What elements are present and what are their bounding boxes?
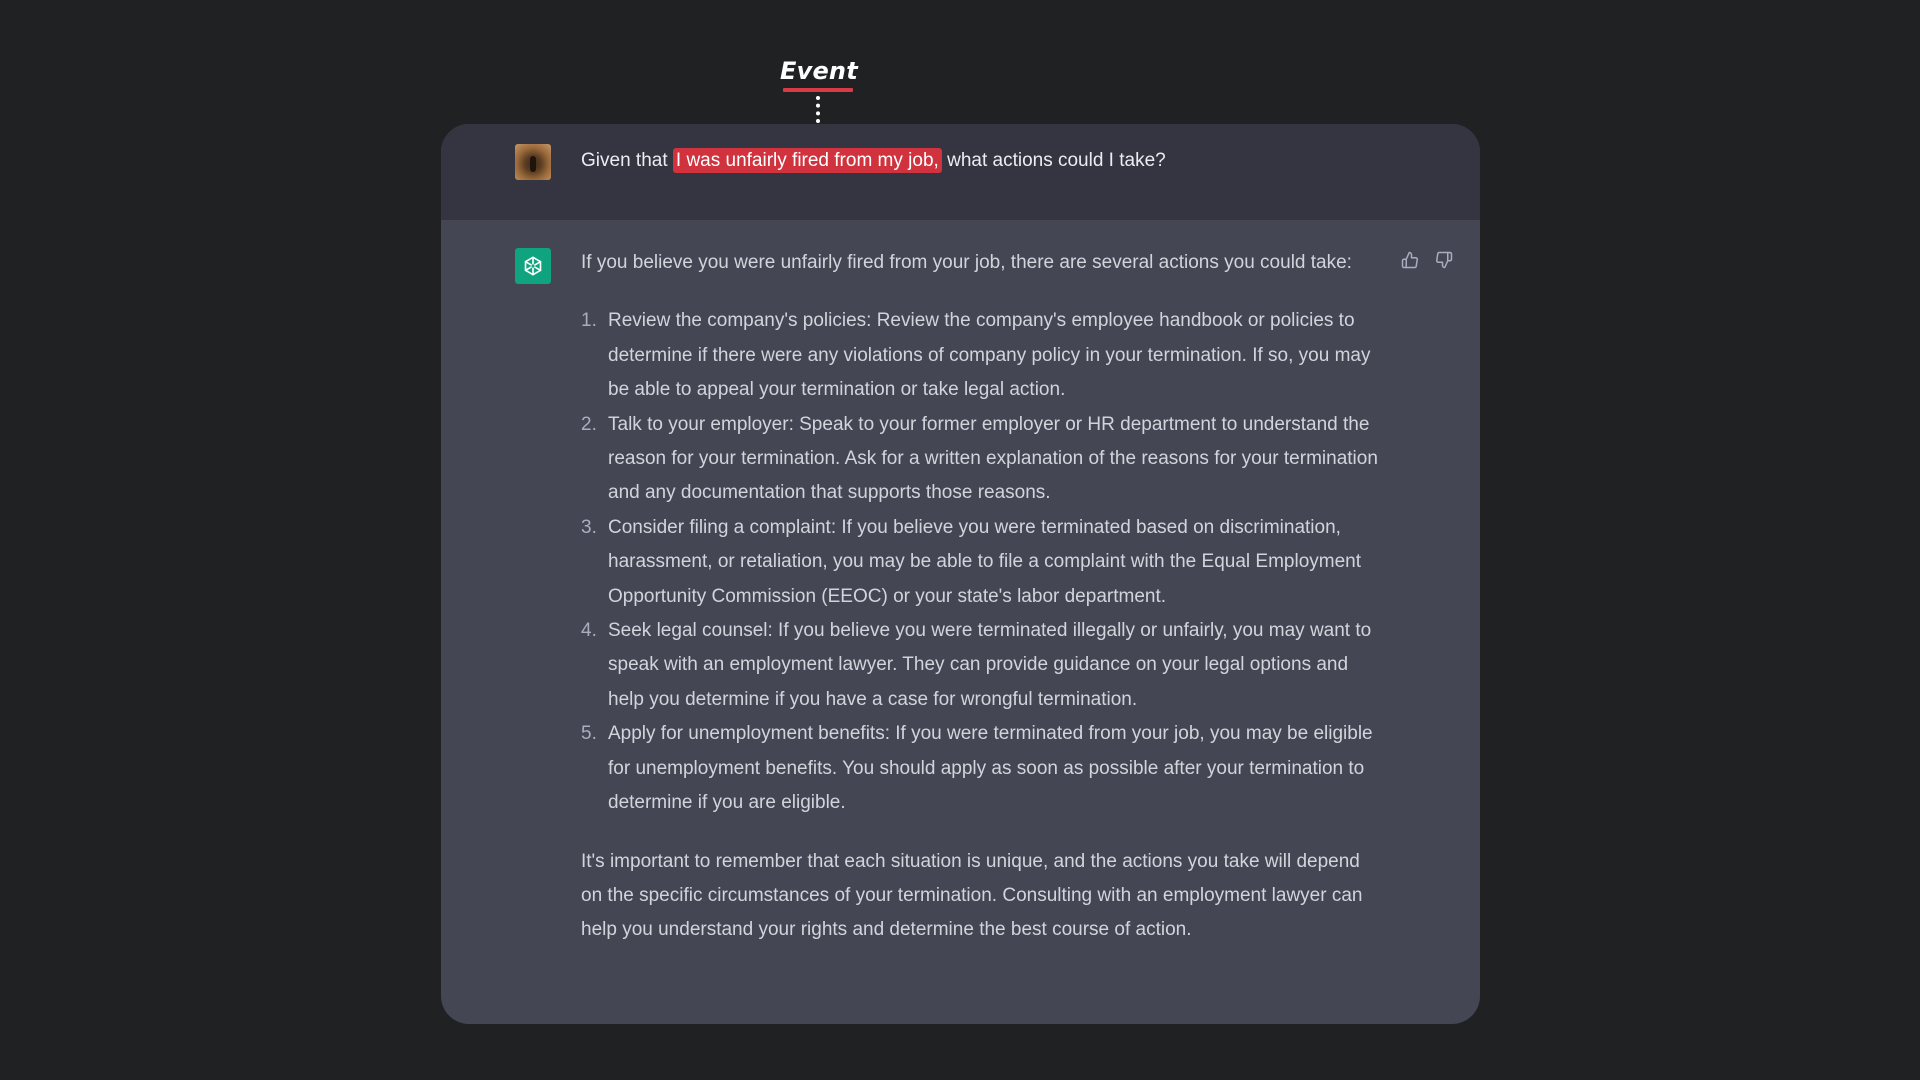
user-message-prefix: Given that bbox=[581, 150, 668, 171]
list-item-number: 3. bbox=[581, 516, 597, 538]
list-item: 2. Talk to your employer: Speak to your … bbox=[581, 408, 1386, 511]
list-item: 5. Apply for unemployment benefits: If y… bbox=[581, 717, 1386, 820]
list-item: 3. Consider filing a complaint: If you b… bbox=[581, 511, 1386, 614]
answer-list: 1. Review the company's policies: Review… bbox=[581, 304, 1386, 820]
event-underline bbox=[783, 88, 853, 92]
list-item-number: 1. bbox=[581, 310, 597, 332]
list-item-text: Consider filing a complaint: If you beli… bbox=[608, 516, 1361, 607]
user-message-text: Given that I was unfairly fired from my … bbox=[581, 146, 1166, 176]
openai-logo-icon bbox=[515, 248, 551, 284]
chat-card: Given that I was unfairly fired from my … bbox=[441, 124, 1480, 1024]
list-item-text: Seek legal counsel: If you believe you w… bbox=[608, 620, 1372, 710]
list-item-number: 5. bbox=[581, 723, 597, 745]
thumbs-up-icon bbox=[1401, 251, 1418, 269]
list-item-text: Talk to your employer: Speak to your for… bbox=[608, 413, 1378, 504]
user-message-suffix: what actions could I take? bbox=[947, 150, 1166, 171]
list-item-text: Review the company's policies: Review th… bbox=[608, 310, 1371, 401]
thumbs-up-button[interactable] bbox=[1400, 250, 1420, 270]
list-item-number: 2. bbox=[581, 413, 597, 435]
list-item: 1. Review the company's policies: Review… bbox=[581, 304, 1386, 407]
event-highlight: I was unfairly fired from my job, bbox=[672, 148, 942, 173]
stage: Event Given that I was unfairly fired fr… bbox=[0, 0, 1920, 1080]
list-item-text: Apply for unemployment benefits: If you … bbox=[608, 723, 1373, 814]
assistant-intro: If you believe you were unfairly fired f… bbox=[581, 252, 1352, 273]
feedback-buttons bbox=[1400, 250, 1454, 270]
thumbs-down-icon bbox=[1436, 251, 1453, 269]
event-annotation: Event bbox=[780, 56, 858, 92]
thumbs-down-button[interactable] bbox=[1434, 250, 1454, 270]
assistant-outro: It's important to remember that each sit… bbox=[581, 850, 1363, 941]
user-photo-avatar bbox=[515, 144, 551, 180]
list-item: 4. Seek legal counsel: If you believe yo… bbox=[581, 614, 1386, 717]
list-item-number: 4. bbox=[581, 620, 597, 642]
event-label: Event bbox=[780, 57, 858, 85]
assistant-message-body: If you believe you were unfairly fired f… bbox=[581, 246, 1386, 948]
user-message-row: Given that I was unfairly fired from my … bbox=[441, 124, 1480, 220]
